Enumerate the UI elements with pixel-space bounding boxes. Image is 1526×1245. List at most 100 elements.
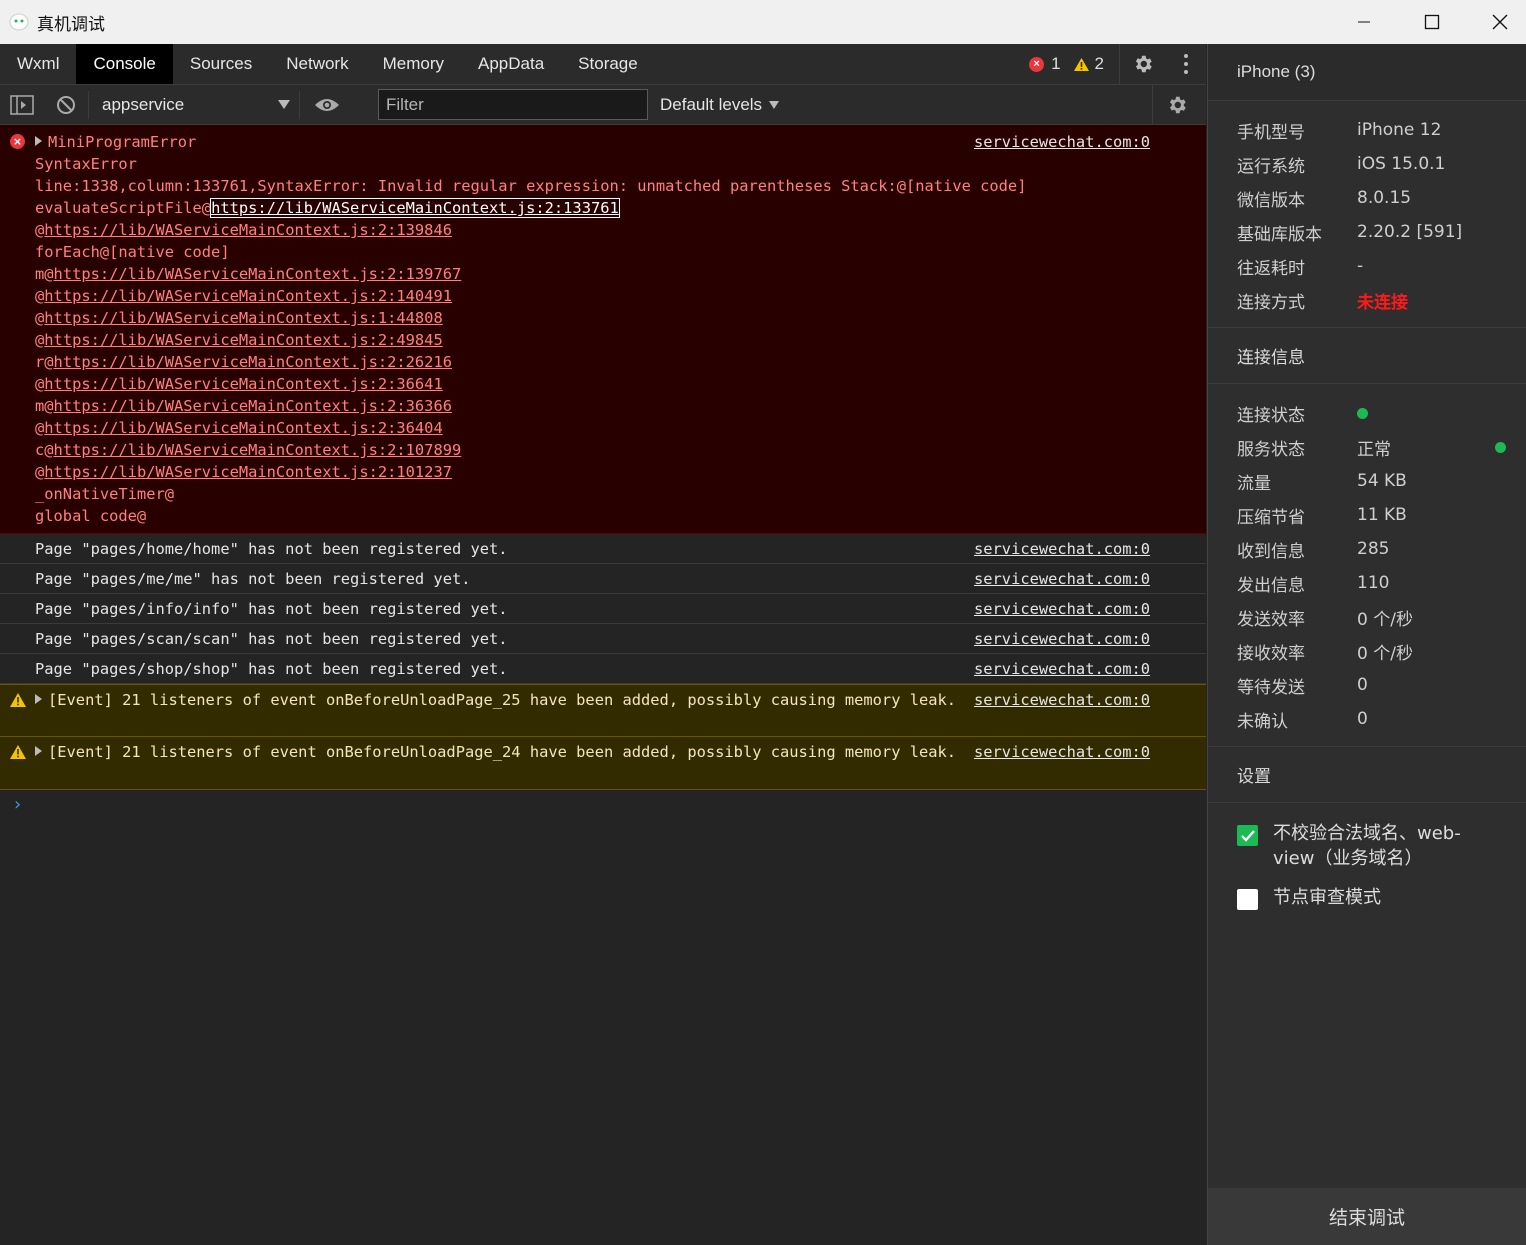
stack-frame: c@https://lib/WAServiceMainContext.js:2:… xyxy=(35,439,1206,461)
setting-option[interactable]: 节点审查模式 xyxy=(1208,885,1526,910)
stack-frame: @https://lib/WAServiceMainContext.js:2:3… xyxy=(35,373,1206,395)
info-value: 2.20.2 [591] xyxy=(1357,222,1463,242)
stack-frame-link[interactable]: https://lib/WAServiceMainContext.js:2:13… xyxy=(210,198,620,218)
stack-frame-link[interactable]: https://lib/WAServiceMainContext.js:2:36… xyxy=(54,397,452,415)
stack-frame-prefix: @ xyxy=(35,287,45,305)
window-title: 真机调试 xyxy=(37,14,105,35)
warning-counter[interactable]: 2 xyxy=(1073,54,1104,74)
info-value: 未连接 xyxy=(1357,292,1408,313)
connection-value: 285 xyxy=(1357,539,1390,559)
message-source-link[interactable]: servicewechat.com:0 xyxy=(974,689,1150,711)
message-source-link[interactable]: servicewechat.com:0 xyxy=(974,741,1150,763)
log-text: Page "pages/me/me" has not been register… xyxy=(35,570,471,588)
end-debug-button[interactable]: 结束调试 xyxy=(1208,1188,1526,1245)
message-source-link[interactable]: servicewechat.com:0 xyxy=(974,594,1150,624)
stack-trace: evaluateScriptFile@https://lib/WAService… xyxy=(35,197,1206,527)
log-message: Page "pages/info/info" has not been regi… xyxy=(0,594,1206,624)
stack-frame-link[interactable]: https://lib/WAServiceMainContext.js:2:26… xyxy=(54,353,452,371)
dropdown-arrow-icon xyxy=(278,99,290,109)
clear-console-button[interactable] xyxy=(44,95,88,115)
console-output: × MiniProgramError servicewechat.com:0 S… xyxy=(0,125,1206,820)
sidebar-toggle-button[interactable] xyxy=(0,94,44,115)
more-menu-button[interactable] xyxy=(1166,53,1206,75)
device-info: 手机型号 iPhone 12 运行系统 iOS 15.0.1 微信版本 8.0.15 基础库… xyxy=(1208,101,1526,328)
message-source-link[interactable]: servicewechat.com:0 xyxy=(974,624,1150,654)
stack-frame-prefix: @ xyxy=(35,375,45,393)
warning-text-row[interactable]: [Event] 21 listeners of event onBeforeUn… xyxy=(35,741,965,763)
tab-appdata[interactable]: AppData xyxy=(461,44,561,84)
message-source-link[interactable]: servicewechat.com:0 xyxy=(974,564,1150,594)
message-source-link[interactable]: servicewechat.com:0 xyxy=(974,131,1150,153)
info-value: iOS 15.0.1 xyxy=(1357,154,1446,174)
message-source-link[interactable]: servicewechat.com:0 xyxy=(974,654,1150,684)
info-key: 手机型号 xyxy=(1237,122,1305,143)
connection-row: 流量 54 KB xyxy=(1208,464,1526,498)
warning-message: [Event] 21 listeners of event onBeforeUn… xyxy=(0,737,1206,790)
devtools-app-icon xyxy=(9,13,29,31)
console-prompt[interactable]: › xyxy=(0,790,1206,820)
connection-key: 流量 xyxy=(1237,473,1271,494)
close-button[interactable] xyxy=(1466,0,1526,44)
connection-key: 等待发送 xyxy=(1237,677,1305,698)
stack-frame-link[interactable]: https://lib/WAServiceMainContext.js:2:36… xyxy=(44,375,442,393)
tab-storage[interactable]: Storage xyxy=(561,44,655,84)
tab-console[interactable]: Console xyxy=(76,44,173,84)
stack-frame-link[interactable]: https://lib/WAServiceMainContext.js:2:13… xyxy=(44,221,452,239)
setting-option[interactable]: 不校验合法域名、web-view（业务域名） xyxy=(1208,821,1526,871)
context-select[interactable]: appservice xyxy=(89,85,299,125)
connection-row: 收到信息 285 xyxy=(1208,532,1526,566)
info-key: 往返耗时 xyxy=(1237,258,1305,279)
stack-frame-link[interactable]: https://lib/WAServiceMainContext.js:2:10… xyxy=(54,441,462,459)
stack-frame-link[interactable]: https://lib/WAServiceMainContext.js:2:36… xyxy=(44,419,442,437)
warning-message: [Event] 21 listeners of event onBeforeUn… xyxy=(0,684,1206,737)
error-counter[interactable]: × 1 xyxy=(1029,54,1061,74)
message-source-link[interactable]: servicewechat.com:0 xyxy=(974,534,1150,564)
title-bar: 真机调试 xyxy=(0,0,1526,44)
stack-frame-prefix: m@ xyxy=(35,265,54,283)
error-message: × MiniProgramError servicewechat.com:0 S… xyxy=(0,125,1206,534)
setting-label: 不校验合法域名、web-view（业务域名） xyxy=(1273,823,1461,869)
stack-frame-prefix: @ xyxy=(35,463,45,481)
connection-value: 110 xyxy=(1357,573,1390,593)
device-info-row: 连接方式 未连接 xyxy=(1208,283,1526,317)
connection-value: 0 xyxy=(1357,709,1368,729)
checkbox[interactable] xyxy=(1237,825,1258,846)
expand-triangle-icon[interactable] xyxy=(35,136,42,146)
warning-text-row[interactable]: [Event] 21 listeners of event onBeforeUn… xyxy=(35,689,965,711)
connection-row: 服务状态 正常 xyxy=(1208,430,1526,464)
stack-frame: @https://lib/WAServiceMainContext.js:2:1… xyxy=(35,219,1206,241)
filter-input[interactable] xyxy=(378,89,648,120)
connection-row: 连接状态 xyxy=(1208,396,1526,430)
connection-key: 未确认 xyxy=(1237,711,1288,732)
tab-wxml[interactable]: Wxml xyxy=(0,44,76,84)
stack-frame-link[interactable]: https://lib/WAServiceMainContext.js:2:10… xyxy=(44,463,452,481)
console-settings-button[interactable] xyxy=(1166,94,1188,120)
eye-icon xyxy=(315,98,339,111)
expand-triangle-icon[interactable] xyxy=(35,746,42,756)
log-message: Page "pages/me/me" has not been register… xyxy=(0,564,1206,594)
log-text: Page "pages/shop/shop" has not been regi… xyxy=(35,660,508,678)
tab-sources[interactable]: Sources xyxy=(173,44,269,84)
stack-frame-link[interactable]: https://lib/WAServiceMainContext.js:2:49… xyxy=(44,331,442,349)
log-text: Page "pages/home/home" has not been regi… xyxy=(35,540,508,558)
log-message: Page "pages/scan/scan" has not been regi… xyxy=(0,624,1206,654)
stack-frame-link[interactable]: https://lib/WAServiceMainContext.js:2:13… xyxy=(54,265,462,283)
checkbox[interactable] xyxy=(1237,889,1258,910)
connection-key: 发送效率 xyxy=(1237,609,1305,630)
minimize-button[interactable] xyxy=(1330,0,1398,44)
maximize-button[interactable] xyxy=(1398,0,1466,44)
device-panel: iPhone (3) 手机型号 iPhone 12 运行系统 iOS 15.0.1 微信… xyxy=(1207,44,1526,1245)
live-expression-button[interactable] xyxy=(300,97,354,113)
device-info-row: 往返耗时 - xyxy=(1208,249,1526,283)
stack-frame-link[interactable]: https://lib/WAServiceMainContext.js:1:44… xyxy=(44,309,442,327)
log-levels-select[interactable]: Default levels xyxy=(660,85,780,125)
settings-button[interactable] xyxy=(1120,53,1166,75)
connection-row: 发送效率 0 个/秒 xyxy=(1208,600,1526,634)
info-value: 8.0.15 xyxy=(1357,188,1412,208)
tab-network[interactable]: Network xyxy=(269,44,365,84)
expand-triangle-icon[interactable] xyxy=(35,694,42,704)
stack-frame-link[interactable]: https://lib/WAServiceMainContext.js:2:14… xyxy=(44,287,452,305)
stack-frame: _onNativeTimer@ xyxy=(35,483,1206,505)
error-type: SyntaxError xyxy=(35,155,137,173)
tab-memory[interactable]: Memory xyxy=(366,44,461,84)
